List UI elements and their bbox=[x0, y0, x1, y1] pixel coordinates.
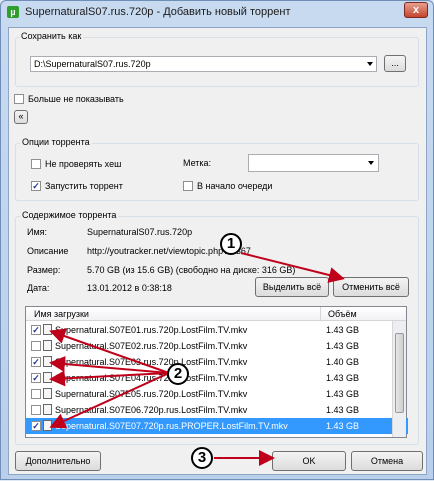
file-name: Supernatural.S07E05.rus.720p.LostFilm.TV… bbox=[55, 389, 248, 399]
file-checkbox[interactable]: ✓ bbox=[31, 325, 41, 335]
file-checkbox[interactable]: ✓ bbox=[31, 373, 41, 383]
file-name: Supernatural.S07E06.720p.rus.LostFilm.TV… bbox=[55, 405, 248, 415]
no-hash-check-checkbox[interactable] bbox=[31, 159, 41, 169]
queue-top-label: В начало очереди bbox=[197, 181, 273, 191]
file-checkbox[interactable] bbox=[31, 389, 41, 399]
file-row[interactable]: ✓ Supernatural.S07E01.rus.720p.LostFilm.T… bbox=[26, 322, 408, 338]
utorrent-app-icon: µ bbox=[7, 6, 19, 18]
chevron-down-icon[interactable] bbox=[368, 161, 374, 165]
file-row[interactable]: ✓ Supernatural.S07E04.rus.720p.LostFilm.T… bbox=[26, 370, 408, 386]
file-name: Supernatural.S07E04.rus.720p.LostFilm.TV… bbox=[55, 373, 248, 383]
file-checkbox[interactable]: ✓ bbox=[31, 421, 41, 431]
size-label: Размер: bbox=[27, 265, 61, 275]
file-name: Supernatural.S07E03.rus.720p.LostFilm.TV… bbox=[55, 357, 248, 367]
ok-button[interactable]: OK bbox=[272, 451, 346, 471]
start-torrent-checkbox[interactable]: ✓ bbox=[31, 181, 41, 191]
title-bar[interactable]: µ SupernaturalS07.rus.720p - Добавить но… bbox=[1, 1, 433, 25]
dont-show-checkbox[interactable] bbox=[14, 94, 24, 104]
select-all-button[interactable]: Выделить всё bbox=[255, 277, 329, 297]
video-file-icon bbox=[43, 372, 52, 383]
start-torrent-label: Запустить торрент bbox=[45, 181, 123, 191]
queue-top-checkbox[interactable] bbox=[183, 181, 193, 191]
torrent-contents-label: Содержимое торрента bbox=[20, 210, 119, 220]
dialog-body: Сохранить как D:\SupernaturalS07.rus.720… bbox=[8, 27, 427, 475]
video-file-icon bbox=[43, 356, 52, 367]
browse-button[interactable]: ... bbox=[384, 55, 406, 72]
scrollbar-thumb[interactable] bbox=[395, 333, 404, 413]
file-size: 1.40 GB bbox=[326, 357, 360, 367]
advanced-button[interactable]: Дополнительно bbox=[15, 451, 101, 471]
name-label: Имя: bbox=[27, 227, 48, 237]
file-size: 1.43 GB bbox=[326, 325, 360, 335]
file-row[interactable]: ✓ Supernatural.S07E03.rus.720p.LostFilm.T… bbox=[26, 354, 408, 370]
save-as-label: Сохранить как bbox=[19, 31, 84, 41]
name-value: SupernaturalS07.rus.720p bbox=[87, 227, 193, 237]
video-file-icon bbox=[43, 340, 52, 351]
date-label: Дата: bbox=[27, 283, 50, 293]
file-name: Supernatural.S07E02.rus.720p.LostFilm.TV… bbox=[55, 341, 248, 351]
size-value: 5.70 GB (из 15.6 GB) (свободно на диске:… bbox=[87, 265, 296, 275]
column-divider bbox=[320, 307, 321, 321]
deselect-all-button[interactable]: Отменить всё bbox=[333, 277, 409, 297]
description-label: Описание bbox=[27, 246, 69, 256]
column-header-size[interactable]: Объём bbox=[328, 309, 357, 319]
annotation-badge-2: 2 bbox=[167, 363, 189, 385]
dont-show-label: Больше не показывать bbox=[28, 94, 124, 104]
annotation-badge-3: 3 bbox=[191, 447, 213, 469]
tag-combobox[interactable] bbox=[248, 154, 379, 172]
file-list-header: Имя загрузки Объём bbox=[26, 307, 406, 321]
tag-label: Метка: bbox=[183, 158, 212, 168]
file-name: Supernatural.S07E07.720p.rus.PROPER.Lost… bbox=[55, 421, 288, 431]
file-size: 1.43 GB bbox=[326, 341, 360, 351]
file-size: 1.43 GB bbox=[326, 421, 360, 431]
window-title: SupernaturalS07.rus.720p - Добавить новы… bbox=[25, 6, 291, 18]
file-checkbox[interactable]: ✓ bbox=[31, 357, 41, 367]
file-row[interactable]: Supernatural.S07E02.rus.720p.LostFilm.TV… bbox=[26, 338, 408, 354]
video-file-icon bbox=[43, 404, 52, 415]
column-header-name[interactable]: Имя загрузки bbox=[34, 309, 89, 319]
collapse-button[interactable]: « bbox=[14, 110, 28, 124]
close-button[interactable]: x bbox=[404, 2, 428, 18]
file-checkbox[interactable] bbox=[31, 341, 41, 351]
no-hash-check-label: Не проверять хеш bbox=[45, 159, 122, 169]
file-size: 1.43 GB bbox=[326, 389, 360, 399]
video-file-icon bbox=[43, 420, 52, 431]
torrent-options-label: Опции торрента bbox=[20, 137, 92, 147]
file-size: 1.43 GB bbox=[326, 373, 360, 383]
file-row[interactable]: ✓ Supernatural.S07E07.720p.rus.PROPER.Los… bbox=[26, 418, 408, 434]
file-name: Supernatural.S07E01.rus.720p.LostFilm.TV… bbox=[55, 325, 248, 335]
chevron-down-icon[interactable] bbox=[367, 62, 373, 66]
video-file-icon bbox=[43, 324, 52, 335]
date-value: 13.01.2012 в 0:38:18 bbox=[87, 283, 172, 293]
file-size: 1.43 GB bbox=[326, 405, 360, 415]
file-row[interactable]: Supernatural.S07E06.720p.rus.LostFilm.TV… bbox=[26, 402, 408, 418]
dialog-window: µ SupernaturalS07.rus.720p - Добавить но… bbox=[0, 0, 434, 480]
vertical-scrollbar[interactable] bbox=[392, 321, 406, 437]
video-file-icon bbox=[43, 388, 52, 399]
file-checkbox[interactable] bbox=[31, 405, 41, 415]
file-list[interactable]: Имя загрузки Объём ✓ Supernatural.S07E01.… bbox=[25, 306, 408, 438]
torrent-options-group bbox=[15, 143, 419, 201]
cancel-button[interactable]: Отмена bbox=[351, 451, 423, 471]
annotation-badge-1: 1 bbox=[220, 233, 242, 255]
save-path-combobox[interactable]: D:\SupernaturalS07.rus.720p bbox=[30, 56, 377, 72]
file-row[interactable]: Supernatural.S07E05.rus.720p.LostFilm.TV… bbox=[26, 386, 408, 402]
